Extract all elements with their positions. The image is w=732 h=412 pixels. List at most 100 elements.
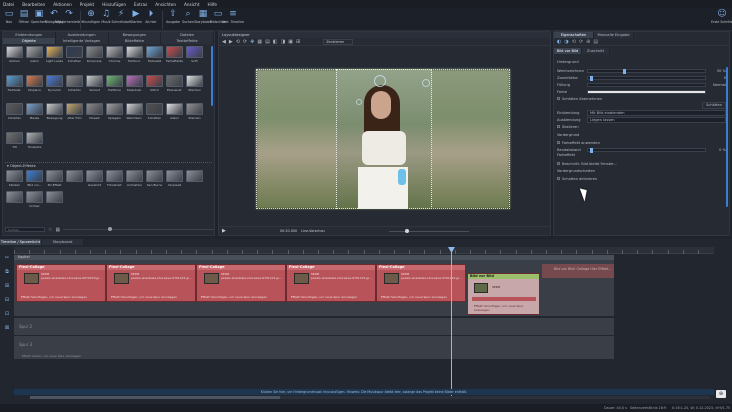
effect-tile[interactable]: Dynamic xyxy=(45,74,64,95)
playhead[interactable] xyxy=(451,247,452,397)
object-effect-tile[interactable]: Bild vor... xyxy=(25,170,44,190)
effect-tile[interactable]: Kaleidosk. xyxy=(125,74,144,95)
tool-icon[interactable]: ⟲ xyxy=(572,39,576,45)
timeline-clip[interactable]: Flexi-Collage SEDB pexels-anastasia-shurae… xyxy=(16,264,106,302)
star-icon[interactable]: ☆ xyxy=(48,227,52,233)
starten-button[interactable]: ▶ Starten xyxy=(129,9,143,24)
effect-tile[interactable]: Ebenenef. xyxy=(165,74,184,95)
-ffnen-button[interactable]: ▤ Öffnen xyxy=(17,9,31,24)
preview-tool-icon[interactable]: ▦ xyxy=(257,39,262,45)
tab-storyboard[interactable]: Storyboard xyxy=(42,239,84,245)
tool-icon[interactable]: ⊟ xyxy=(5,297,9,303)
preview-tool-icon[interactable]: ▶ xyxy=(229,39,233,45)
preview-tool-icon[interactable]: ▤ xyxy=(265,39,270,45)
effect-tile[interactable]: Tilt xyxy=(5,131,24,152)
menu-item-datei[interactable]: Datei xyxy=(3,2,14,7)
scroll-thumb[interactable] xyxy=(30,396,280,399)
effect-tile[interactable]: Glanz xyxy=(25,46,44,66)
effect-tile[interactable]: Displace xyxy=(25,74,44,95)
live-preview-toggle[interactable]: Live-Vorschau xyxy=(301,229,324,233)
checkbox[interactable] xyxy=(557,177,560,180)
tool-icon[interactable]: ⧉ xyxy=(5,269,9,275)
select-field[interactable]: Liegen lassen xyxy=(587,116,726,123)
tool-icon[interactable]: ⊠ xyxy=(5,325,9,331)
effect-tile[interactable]: Kompress. xyxy=(85,46,104,66)
menu-item-bearbeiten[interactable]: Bearbeiten xyxy=(22,2,45,7)
menu-item-ansicht[interactable]: Ansicht xyxy=(184,2,199,7)
tab-objekte[interactable]: Objekte xyxy=(3,38,56,44)
preview-tool-icon[interactable]: ▣ xyxy=(288,39,293,45)
schnellstart-button[interactable]: ⚡ Schnellstart xyxy=(112,9,131,24)
tab-bild-vor-bild[interactable]: Bild vor Bild xyxy=(554,48,582,54)
tool-icon[interactable]: ◐ xyxy=(557,39,561,45)
properties-scrollbar[interactable] xyxy=(726,67,728,207)
erste-schritte-button[interactable]: ☺ Erste Schritte xyxy=(711,9,732,24)
wiederherstellen-button[interactable]: ↷ Wiederherstellen xyxy=(55,9,82,24)
preview-canvas[interactable] xyxy=(256,69,510,209)
effect-tile[interactable]: Schärfen xyxy=(5,103,24,123)
effect-tile[interactable]: Light Leaks xyxy=(45,46,64,66)
slider-handle[interactable] xyxy=(623,68,627,74)
music-bar[interactable]: Klicken Sie hier, um Hintergrundmusik hi… xyxy=(14,389,714,395)
select-field[interactable]: Mit Bild einblenden xyxy=(587,109,726,116)
effect-tile[interactable]: Farbkorr. xyxy=(125,46,144,66)
preview-tool-icon[interactable]: ⟳ xyxy=(243,39,247,45)
preview-tool-icon[interactable]: ◧ xyxy=(273,39,278,45)
tab-bildeffekte[interactable]: Bildeffekte xyxy=(108,38,162,44)
checkbox[interactable] xyxy=(557,125,560,128)
preview-tool-icon[interactable]: ◀ xyxy=(222,39,226,45)
object-effect-tile[interactable] xyxy=(5,191,24,211)
effect-tile[interactable]: Glühen xyxy=(5,46,24,66)
object-effect-tile[interactable] xyxy=(45,191,64,211)
tool-icon[interactable]: ⊞ xyxy=(5,283,9,289)
effect-tile[interactable]: Stanzen xyxy=(185,103,204,123)
toolbox-scrollbar[interactable] xyxy=(211,46,213,106)
effect-tile[interactable]: Farbweiß xyxy=(145,46,164,66)
slider-handle[interactable] xyxy=(404,228,409,233)
tab-textteffekte[interactable]: Textteffekte xyxy=(161,38,214,44)
object-effect-tile[interactable]: Fotostreif. xyxy=(105,170,124,190)
timeline-scroll[interactable] xyxy=(30,396,710,399)
menu-item-hinzufügen[interactable]: Hinzufügen xyxy=(102,2,126,7)
menu-item-aktionen[interactable]: Aktionen xyxy=(53,2,72,7)
effect-tile[interactable]: Schatten xyxy=(65,46,84,66)
preview-tool-icon[interactable]: ✥ xyxy=(250,39,254,45)
property-control[interactable] xyxy=(587,75,706,81)
effect-tile[interactable]: Schärfen xyxy=(65,74,84,95)
tool-icon[interactable]: ✂ xyxy=(5,255,9,261)
checkbox[interactable] xyxy=(557,97,560,100)
slider-handle[interactable] xyxy=(590,75,594,81)
tab-intelligente-vorlagen[interactable]: Intelligente Vorlagen xyxy=(55,38,109,44)
property-control[interactable] xyxy=(587,82,706,87)
pip-clip[interactable]: Bild vor Bild SEDB Effekt hinzufügen, um… xyxy=(467,273,540,315)
timeline-clip[interactable]: Flexi-Collage SEDB pexels-anastasia-shurae… xyxy=(376,264,466,302)
effect-tile[interactable]: Tonwerte xyxy=(25,131,44,152)
object-effect-tile[interactable]: Ken Burns xyxy=(145,170,164,190)
hinzuf-gen-button[interactable]: ⊕ Hinzufügen xyxy=(82,9,100,24)
object-effect-tile[interactable] xyxy=(65,170,84,190)
effect-tile[interactable]: Mosaik xyxy=(85,103,104,123)
schaetten-button[interactable]: Schätten xyxy=(557,102,726,109)
tab-manuelle-eingabe[interactable]: Manuelle Eingabe xyxy=(594,32,634,38)
object-effect-tile[interactable]: Gerahmt xyxy=(85,170,104,190)
effect-tile[interactable]: Halftone xyxy=(105,74,124,95)
timeline-clip[interactable]: Flexi-Collage SEDB pexels-anastasia-shurae… xyxy=(106,264,196,302)
effect-tile[interactable]: Weichzeic. xyxy=(125,103,144,123)
tool-icon[interactable]: ⟳ xyxy=(579,39,583,45)
effect-tile[interactable]: Alter Film xyxy=(65,103,84,123)
effect-tile[interactable]: Wischen xyxy=(185,74,204,95)
vert-timeline-button[interactable]: ≡ Vert. Timeline xyxy=(222,9,244,24)
preview-tool-icon[interactable]: ◨ xyxy=(281,39,286,45)
effect-tile[interactable]: Bewegung xyxy=(45,103,64,123)
effect-tile[interactable]: Spiegeln xyxy=(105,103,124,123)
object-effect-tile[interactable]: Verpixelt xyxy=(165,170,184,190)
menu-item-extras[interactable]: Extras xyxy=(134,2,147,7)
object-effect-tile[interactable]: Ordner xyxy=(25,191,44,211)
effect-tile[interactable]: Glitch xyxy=(145,74,164,95)
tab-zuschnitt[interactable]: Zuschnitt xyxy=(582,48,610,54)
search-field[interactable]: Suchen xyxy=(5,227,45,232)
fg-selection-frame[interactable] xyxy=(336,69,432,209)
grid-view-icon[interactable]: ▦ xyxy=(55,227,60,233)
farbeffekt-checkbox[interactable]: Farbeffekt anwenden xyxy=(557,139,726,146)
menu-item-projekt[interactable]: Projekt xyxy=(80,2,94,7)
